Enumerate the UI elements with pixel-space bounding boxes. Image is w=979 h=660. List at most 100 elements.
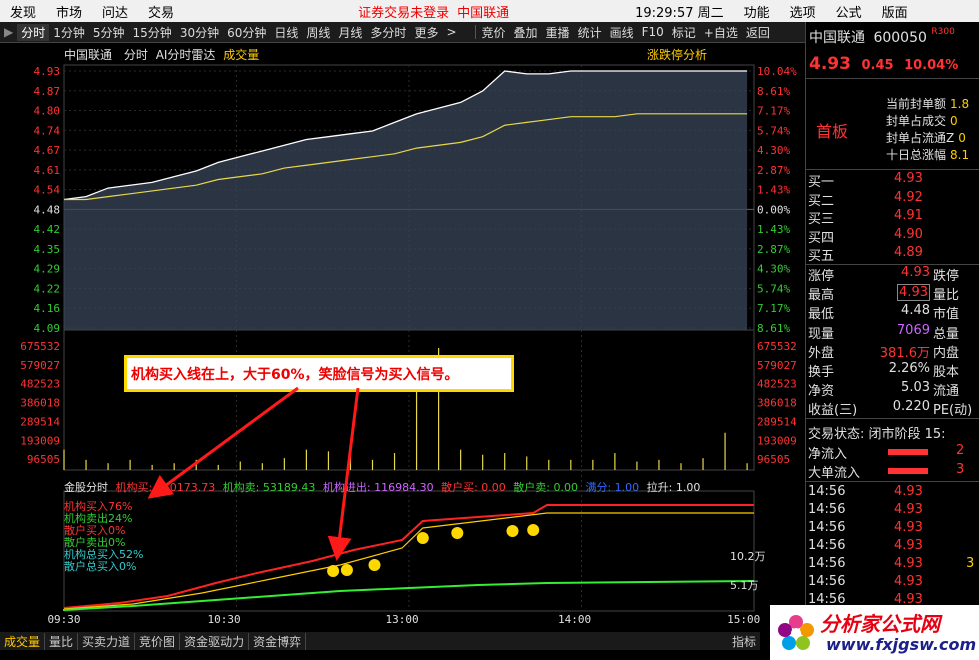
tab-5min[interactable]: 5分钟 bbox=[89, 24, 129, 41]
tab-fund-game[interactable]: 资金博弈 bbox=[249, 632, 307, 650]
bid-label: 买三 bbox=[808, 212, 835, 227]
tab-buy-sell-power[interactable]: 买卖力道 bbox=[78, 632, 136, 650]
bid-row[interactable]: 买五 4.89 bbox=[806, 245, 979, 264]
seal-info: 当前封单额 1.8 封单占成交 0 封单占流通Z 0 十日总涨幅 8.1 bbox=[886, 96, 969, 164]
stat-row: 涨停 4.93 跌停 bbox=[806, 265, 979, 284]
stat-label-secondary: 市值 bbox=[933, 307, 960, 323]
bid-row[interactable]: 买二 4.92 bbox=[806, 190, 979, 209]
stat-label-secondary: 总量 bbox=[933, 326, 960, 342]
seal-value: 0 bbox=[958, 131, 966, 145]
pct-tick-label: 10.04% bbox=[757, 65, 797, 78]
big-inflow-bar bbox=[888, 468, 928, 474]
smiley-signal-icon bbox=[327, 565, 340, 577]
stat-label-secondary: 量比 bbox=[933, 288, 960, 304]
seal-row: 十日总涨幅 8.1 bbox=[886, 147, 969, 164]
tick-time: 14:56 bbox=[808, 520, 846, 535]
menu-market[interactable]: 市场 bbox=[46, 2, 92, 21]
menu-functions[interactable]: 功能 bbox=[734, 2, 780, 21]
replay-button[interactable]: 重播 bbox=[542, 24, 574, 41]
time-tick-label: 10:30 bbox=[208, 613, 241, 626]
indicator-button[interactable]: 指标 bbox=[728, 633, 760, 650]
tab-daily[interactable]: 日线 bbox=[270, 24, 302, 41]
mark-button[interactable]: 标记 bbox=[668, 24, 700, 41]
menu-trade[interactable]: 交易 bbox=[138, 2, 184, 21]
chevron-right-icon[interactable]: > bbox=[442, 25, 460, 39]
flower-logo-icon bbox=[778, 615, 814, 650]
stat-value: 4.93 bbox=[901, 265, 930, 280]
time-tick-label: 15:00 bbox=[727, 613, 760, 626]
menu-options[interactable]: 选项 bbox=[780, 2, 826, 21]
menu-wenda[interactable]: 问达 bbox=[92, 2, 138, 21]
tab-more[interactable]: 更多 bbox=[410, 24, 442, 41]
tab-15min[interactable]: 15分钟 bbox=[129, 24, 176, 41]
tab-multi-intraday[interactable]: 多分时 bbox=[366, 24, 410, 41]
pct-tick-label: 8.61% bbox=[757, 322, 790, 335]
tab-fund-drive[interactable]: 资金驱动力 bbox=[180, 632, 250, 650]
seal-row: 当前封单额 1.8 bbox=[886, 96, 969, 113]
stats-button[interactable]: 统计 bbox=[574, 24, 606, 41]
stat-label: 最低 bbox=[808, 307, 835, 323]
pct-tick-label: 2.87% bbox=[757, 243, 790, 256]
bid-label: 买二 bbox=[808, 193, 835, 209]
smiley-signal-icon bbox=[527, 524, 540, 536]
back-button[interactable]: 返回 bbox=[742, 24, 774, 41]
volume-tick-label: 482523 bbox=[20, 378, 60, 391]
stat-value: 2.26% bbox=[888, 361, 930, 376]
intraday-chart[interactable]: 中国联通 分时 AI分时雷达 成交量 涨跌停分析 4.93 10.04% 4.87 8… bbox=[9, 43, 805, 632]
indicator-title: 金股分时 bbox=[64, 481, 108, 494]
jg-sell-value: 机构卖: 53189.43 bbox=[222, 481, 316, 494]
stat-row: 最低 4.48 市值 bbox=[806, 303, 979, 322]
price-tick-label: 4.16 bbox=[34, 302, 61, 315]
stat-value: 4.93 bbox=[897, 284, 930, 302]
tab-30min[interactable]: 30分钟 bbox=[176, 24, 223, 41]
volume-tick-label: 386018 bbox=[20, 397, 60, 410]
clock: 19:29:57 周二 bbox=[635, 5, 724, 21]
seal-row: 封单占成交 0 bbox=[886, 113, 969, 130]
menu-bar: 发现 市场 问达 交易 证券交易未登录 中国联通 19:29:57 周二 功能 … bbox=[0, 0, 979, 22]
tab-volume-ratio[interactable]: 量比 bbox=[45, 632, 79, 650]
stat-row: 净资 5.03 流通 bbox=[806, 380, 979, 399]
overlay-button[interactable]: 叠加 bbox=[510, 24, 542, 41]
stat-label: 收益(三) bbox=[808, 403, 858, 419]
stat-value: 381.6万 bbox=[879, 345, 930, 361]
indicator-legend: 机构买入76% 机构卖出24% 散户买入0% 散户卖出0% 机构总买入52% 散户总买入0… bbox=[64, 501, 143, 573]
tab-auction-chart[interactable]: 竞价图 bbox=[135, 632, 181, 650]
volume-tick-label: 193009 bbox=[20, 434, 60, 447]
bid-row[interactable]: 买四 4.90 bbox=[806, 227, 979, 246]
stat-value: 0.220 bbox=[892, 399, 930, 415]
f10-button[interactable]: F10 bbox=[638, 25, 668, 39]
tab-monthly[interactable]: 月线 bbox=[334, 24, 366, 41]
tab-intraday[interactable]: 分时 bbox=[17, 23, 50, 41]
tab-weekly[interactable]: 周线 bbox=[302, 24, 334, 41]
volume-tick-label-right: 386018 bbox=[757, 397, 797, 410]
nav-arrow-icon[interactable]: ▶ bbox=[0, 25, 17, 39]
menu-discover[interactable]: 发现 bbox=[0, 2, 46, 21]
bid-row[interactable]: 买一 4.93 bbox=[806, 171, 979, 190]
bid-row[interactable]: 买三 4.91 bbox=[806, 208, 979, 227]
price-tick-label: 4.61 bbox=[34, 164, 61, 177]
tab-volume[interactable]: 成交量 bbox=[0, 632, 46, 650]
smiley-signal-icon bbox=[416, 532, 429, 544]
stat-row: 收益(三) 0.220 PE(动) bbox=[806, 399, 979, 418]
tab-1min[interactable]: 1分钟 bbox=[49, 24, 89, 41]
volume-tick-label-right: 96505 bbox=[757, 453, 790, 466]
tick-time: 14:56 bbox=[808, 574, 846, 589]
menu-layout[interactable]: 版面 bbox=[872, 2, 918, 21]
stat-label-secondary: 流通 bbox=[933, 384, 960, 400]
pull-value: 拉升: 1.00 bbox=[646, 481, 701, 494]
net-inflow-label: 净流入 bbox=[808, 447, 848, 462]
stat-row: 换手 2.26% 股本 bbox=[806, 361, 979, 380]
bidding-button[interactable]: 竞价 bbox=[478, 24, 510, 41]
tab-60min[interactable]: 60分钟 bbox=[223, 24, 270, 41]
login-status[interactable]: 证券交易未登录 bbox=[354, 2, 453, 21]
divider bbox=[474, 25, 476, 39]
menu-formula[interactable]: 公式 bbox=[826, 2, 872, 21]
add-watchlist-button[interactable]: +自选 bbox=[700, 24, 742, 41]
draw-line-button[interactable]: 画线 bbox=[606, 24, 638, 41]
seal-row: 封单占流通Z 0 bbox=[886, 130, 969, 147]
tick-row: 14:56 4.93 3 bbox=[806, 556, 979, 575]
time-tick-label: 13:00 bbox=[386, 613, 419, 626]
pct-tick-label: 0.00% bbox=[757, 203, 790, 216]
bid-price: 4.90 bbox=[894, 226, 923, 242]
volume-tick-label-right: 675532 bbox=[757, 340, 797, 353]
